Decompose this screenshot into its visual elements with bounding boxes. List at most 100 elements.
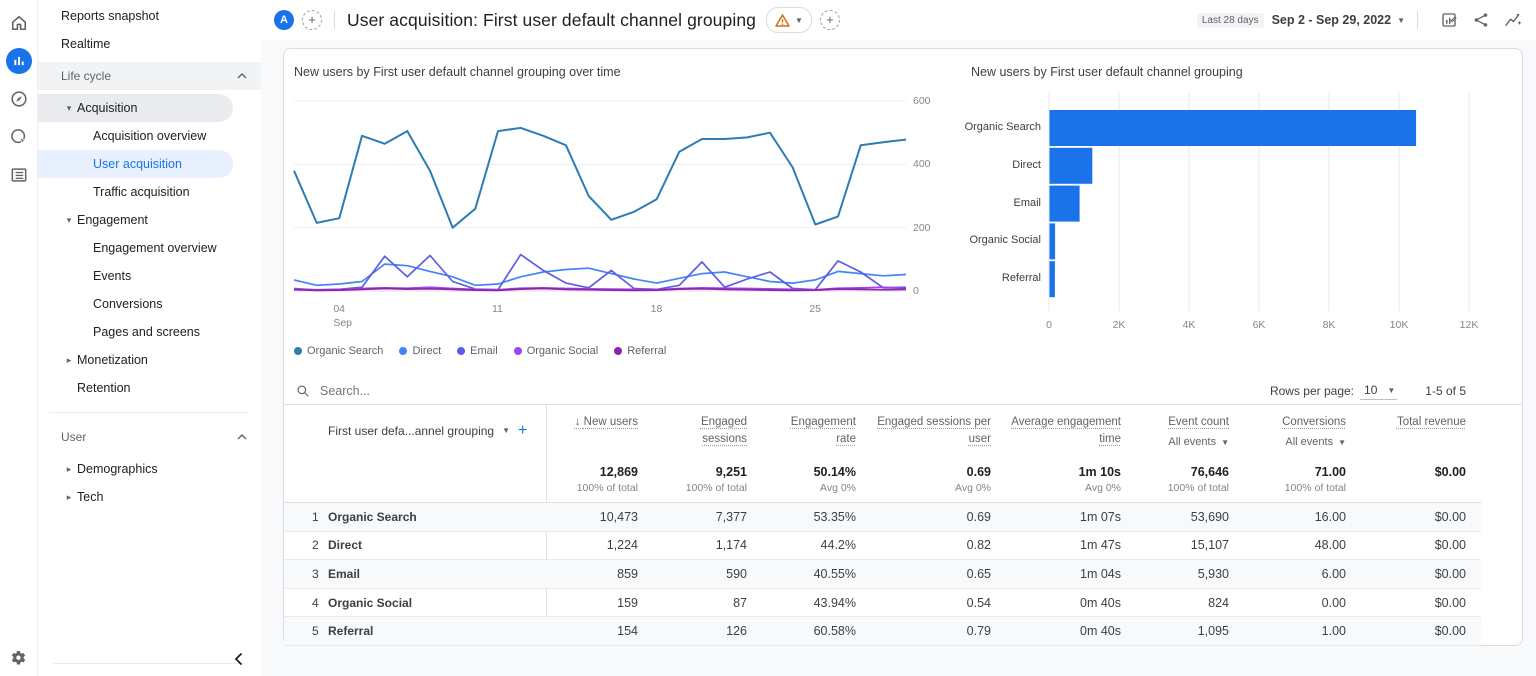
collapsed-arrow-icon: ▸: [66, 463, 72, 474]
nav-acquisition-overview[interactable]: Acquisition overview: [37, 122, 261, 150]
metric-cell: 159: [617, 595, 638, 610]
dimension-header[interactable]: First user defa...annel grouping ▼ +: [284, 405, 546, 456]
line-chart-title: New users by First user default channel …: [294, 65, 621, 79]
nav-monetization[interactable]: ▸ Monetization: [37, 346, 261, 374]
advertising-icon[interactable]: [0, 120, 37, 154]
nav-label: Monetization: [77, 353, 148, 367]
account-avatar[interactable]: A: [274, 10, 294, 30]
rows-per-page-select[interactable]: 10 ▼: [1360, 382, 1398, 400]
sort-desc-icon: ↓: [574, 416, 584, 428]
channel-name: Email: [328, 566, 361, 581]
metric-cell: 590: [726, 566, 747, 581]
nav-events[interactable]: Events: [37, 262, 261, 290]
insights-icon[interactable]: [1500, 7, 1526, 33]
share-icon[interactable]: [1468, 7, 1494, 33]
nav-label: Traffic acquisition: [93, 185, 190, 199]
column-header-event-count[interactable]: Event count All events ▼: [1121, 405, 1229, 456]
nav-engagement-overview[interactable]: Engagement overview: [37, 234, 261, 262]
nav-engagement[interactable]: ▾ Engagement: [37, 206, 261, 234]
y-axis-tick: 0: [913, 285, 919, 297]
table-toolbar: Rows per page: 10 ▼ 1-5 of 5: [284, 378, 1522, 404]
home-icon[interactable]: [0, 6, 37, 40]
header-divider: [1417, 11, 1418, 29]
bar-category-label: Direct: [1012, 158, 1041, 171]
table-row[interactable]: 1 Organic Search 10,473 7,377 53.35% 0.6…: [284, 503, 1481, 532]
nav-section-life-cycle[interactable]: Life cycle: [37, 62, 261, 90]
x-axis-tick: 18: [650, 303, 663, 315]
collapsed-arrow-icon: ▸: [66, 354, 72, 365]
column-header-engaged-sessions-per-user[interactable]: Engaged sessions per user: [856, 405, 991, 456]
explore-icon[interactable]: [0, 82, 37, 116]
metric-cell: 6.00: [1321, 566, 1346, 581]
x-axis-tick: 25: [809, 303, 822, 315]
admin-gear-icon[interactable]: [0, 649, 37, 668]
date-range-picker[interactable]: Sep 2 - Sep 29, 2022 ▼: [1272, 13, 1405, 27]
chevron-up-icon: [237, 73, 247, 79]
nav-realtime[interactable]: Realtime: [37, 30, 261, 58]
column-header-new-users[interactable]: ↓ New users: [546, 405, 638, 456]
header-divider: [334, 11, 335, 29]
reports-icon[interactable]: [0, 44, 37, 78]
metric-cell: $0.00: [1434, 595, 1466, 610]
nav-demographics[interactable]: ▸ Demographics: [37, 455, 261, 483]
table-row[interactable]: 2 Direct 1,224 1,174 44.2% 0.82 1m 47s 1…: [284, 532, 1481, 561]
legend-label: Organic Social: [526, 345, 599, 357]
metric-cell: 87: [733, 595, 747, 610]
library-icon[interactable]: [0, 158, 37, 192]
channel-name: Direct: [328, 538, 363, 553]
table-row[interactable]: 5 Referral 154 126 60.58% 0.79 0m 40s 1,…: [284, 617, 1481, 646]
conversions-filter[interactable]: All events ▼: [1285, 435, 1346, 451]
totals-cell: $0.00: [1434, 465, 1466, 479]
warning-icon: [775, 13, 790, 27]
column-header-average-engagement-time[interactable]: Average engagement time: [991, 405, 1121, 456]
nav-label: User acquisition: [93, 157, 182, 171]
customize-report-icon[interactable]: [1436, 7, 1462, 33]
collapsed-arrow-icon: ▸: [66, 491, 72, 502]
event-count-filter[interactable]: All events ▼: [1168, 435, 1229, 451]
nav-acquisition[interactable]: ▾ Acquisition: [37, 94, 233, 122]
add-comparison-button[interactable]: +: [302, 10, 322, 30]
nav-tech[interactable]: ▸ Tech: [37, 483, 261, 511]
metric-cell: 0.54: [966, 595, 991, 610]
metric-cell: 1,095: [1197, 624, 1229, 639]
nav-conversions[interactable]: Conversions: [37, 290, 261, 318]
column-header-conversions[interactable]: Conversions All events ▼: [1229, 405, 1346, 456]
column-header-engaged-sessions[interactable]: Engaged sessions: [638, 405, 747, 456]
table-row[interactable]: 3 Email 859 590 40.55% 0.65 1m 04s 5,930…: [284, 560, 1481, 589]
add-dimension-icon[interactable]: +: [518, 422, 527, 440]
totals-cell: 0.69 Avg 0%: [955, 465, 991, 494]
nav-label: Engagement: [77, 213, 148, 227]
column-header-engagement-rate[interactable]: Engagement rate: [747, 405, 856, 456]
bar-referral: [1049, 261, 1055, 298]
metric-cell: 5,930: [1197, 566, 1229, 581]
reports-nav-panel: Reports snapshot Realtime Life cycle ▾ A…: [37, 0, 261, 676]
metric-cell: 859: [617, 566, 638, 581]
report-content-area: New users by First user default channel …: [261, 40, 1536, 676]
column-header-total-revenue[interactable]: Total revenue: [1346, 405, 1466, 456]
row-number: 3: [312, 566, 319, 581]
metric-cell: 10,473: [599, 509, 638, 524]
bar-category-label: Referral: [1001, 272, 1041, 285]
nav-reports-snapshot[interactable]: Reports snapshot: [37, 2, 261, 30]
nav-pages-and-screens[interactable]: Pages and screens: [37, 318, 261, 346]
table-totals-row: 12,869 100% of total 9,251 100% of total 5…: [284, 456, 1481, 503]
nav-retention[interactable]: Retention: [37, 374, 261, 402]
nav-traffic-acquisition[interactable]: Traffic acquisition: [37, 178, 261, 206]
column-label: Engagement rate: [790, 416, 856, 445]
metric-cell: 824: [1208, 595, 1229, 610]
x-axis-tick: 04 Sep: [333, 303, 353, 329]
metric-cell: 1m 04s: [1080, 566, 1121, 581]
nav-user-acquisition-selected[interactable]: User acquisition: [37, 150, 233, 178]
collapse-nav-icon[interactable]: [233, 652, 245, 670]
legend-label: Referral: [627, 345, 667, 357]
page-title: User acquisition: First user default cha…: [347, 9, 756, 30]
bar-organic-search: [1049, 110, 1417, 146]
metric-cell: 1.00: [1321, 624, 1346, 639]
caret-down-icon: ▼: [1387, 385, 1396, 395]
search-input[interactable]: [318, 383, 622, 399]
section-label: User: [61, 430, 87, 444]
add-report-tab-button[interactable]: +: [819, 10, 840, 30]
table-row[interactable]: 4 Organic Social 159 87 43.94% 0.54 0m 4…: [284, 589, 1481, 618]
nav-section-user[interactable]: User: [37, 423, 261, 451]
data-quality-button[interactable]: ▼: [766, 7, 812, 33]
